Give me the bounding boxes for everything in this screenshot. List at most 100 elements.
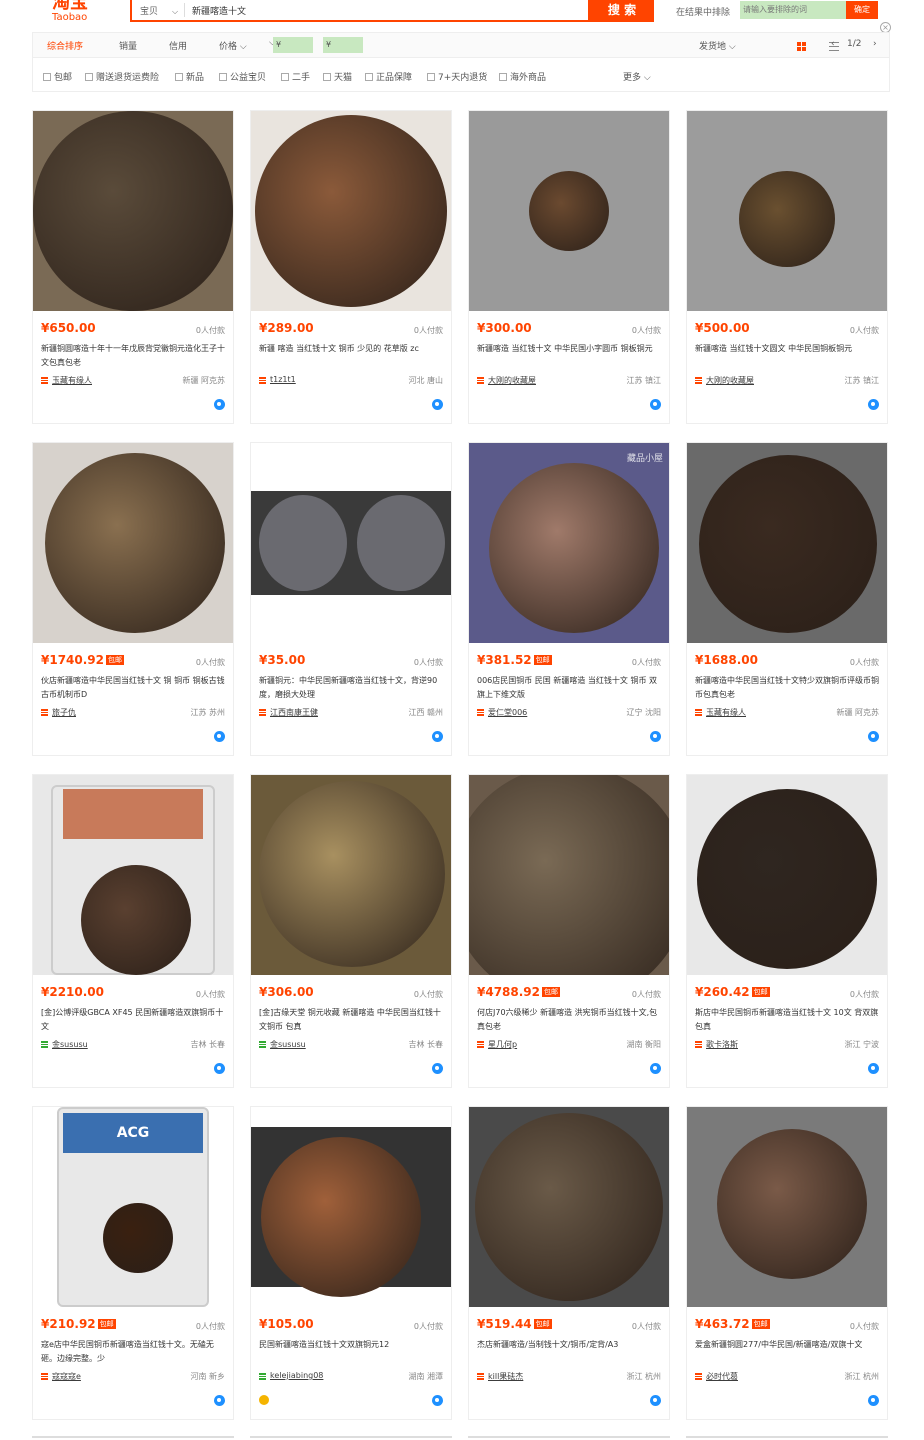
product-title[interactable]: 杰店新疆喀造/当制钱十文/铜币/定背/A3 <box>477 1338 663 1366</box>
product-card[interactable]: ¥650.00 0人付款 新疆铜圆喀造十年十一年戊辰背党徽铜元造化王子十文包真包老玉… <box>32 110 234 424</box>
checkbox[interactable] <box>365 73 373 81</box>
shop-name-link[interactable]: 玉藏有缘人 <box>706 707 746 718</box>
product-card[interactable]: ¥300.00 0人付款 新疆喀造 当红钱十文 中华民国小字圆币 铜板铜元 大刚的收藏… <box>468 110 670 424</box>
checkbox[interactable] <box>281 73 289 81</box>
product-image[interactable] <box>469 111 669 311</box>
search-type-select[interactable]: 宝贝 ⌵ <box>140 4 178 17</box>
wangwang-chat-icon[interactable] <box>650 731 661 742</box>
option-free-shipping[interactable]: 包邮 <box>43 70 72 83</box>
product-image[interactable] <box>687 1107 887 1307</box>
product-image[interactable] <box>687 443 887 643</box>
product-title[interactable]: 新疆喀造 当红钱十文 中华民国小字圆币 铜板铜元 <box>477 342 663 370</box>
product-title[interactable]: 新疆铜圆喀造十年十一年戊辰背党徽铜元造化王子十文包真包老 <box>41 342 227 370</box>
wangwang-chat-icon[interactable] <box>868 399 879 410</box>
product-image[interactable] <box>251 775 451 975</box>
product-card[interactable]: ¥463.72 包邮 0人付款 爱盒新疆铜圆277/中华民国/新疆喀造/双旗十文 必时代… <box>686 1106 888 1420</box>
search-button[interactable]: 搜 索 <box>590 0 654 22</box>
product-card[interactable]: ¥260.42 包邮 0人付款 斯店中华民国铜币新疆喀造当红钱十文 10文 背双旗 包… <box>686 774 888 1088</box>
option-overseas[interactable]: 海外商品 <box>499 70 546 83</box>
shop-name-link[interactable]: 寇寇寇e <box>52 1371 81 1382</box>
option-genuine[interactable]: 正品保障 <box>365 70 412 83</box>
sort-tab-sales[interactable]: 销量 <box>119 39 137 52</box>
wangwang-chat-icon[interactable] <box>432 399 443 410</box>
wangwang-chat-icon[interactable] <box>214 731 225 742</box>
next-page-icon[interactable]: › <box>873 39 877 49</box>
exclude-input[interactable]: 请输入要排除的词 <box>740 1 846 19</box>
product-title[interactable]: 民国新疆喀造当红钱十文双旗铜元12 <box>259 1338 445 1366</box>
ship-from-select[interactable]: 发货地 ⌵ <box>699 39 736 52</box>
product-image[interactable] <box>687 111 887 311</box>
wangwang-chat-icon[interactable] <box>868 731 879 742</box>
product-card[interactable]: ¥500.00 0人付款 新疆喀造 当红钱十文圆文 中华民国铜板铜元 大刚的收藏屋 江苏… <box>686 110 888 424</box>
product-title[interactable]: 伙店新疆喀造中华民国当红钱十文 铜 铜币 铜板古钱古币机制币D <box>41 674 227 702</box>
shop-name-link[interactable]: 玉藏有缘人 <box>52 375 92 386</box>
product-card[interactable]: ¥519.44 包邮 0人付款 杰店新疆喀造/当制钱十文/铜币/定背/A3 kill果砝… <box>468 1106 670 1420</box>
option-tmall[interactable]: 天猫 <box>323 70 352 83</box>
product-image[interactable] <box>251 443 451 643</box>
product-image[interactable] <box>33 775 233 975</box>
wangwang-chat-icon[interactable] <box>868 1395 879 1406</box>
checkbox[interactable] <box>219 73 227 81</box>
option-7day-return[interactable]: 7+天内退货 <box>427 70 487 83</box>
shop-name-link[interactable]: 星几何p <box>488 1039 517 1050</box>
shop-name-link[interactable]: 爱仁堂006 <box>488 707 527 718</box>
product-title[interactable]: 新疆喀造 当红钱十文圆文 中华民国铜板铜元 <box>695 342 881 370</box>
product-image[interactable] <box>469 775 669 975</box>
exclude-confirm-button[interactable]: 确定 <box>846 1 878 19</box>
product-image[interactable] <box>251 111 451 311</box>
price-to-input[interactable]: ¥ <box>323 37 363 53</box>
more-options[interactable]: 更多 ⌵ <box>623 70 651 83</box>
shop-name-link[interactable]: 必时代葛 <box>706 1371 738 1382</box>
wangwang-chat-icon[interactable] <box>432 1395 443 1406</box>
taobao-logo[interactable]: 淘宝 <box>52 0 88 12</box>
sort-tab-credit[interactable]: 信用 <box>169 39 187 52</box>
wangwang-chat-icon[interactable] <box>868 1063 879 1074</box>
product-image[interactable] <box>251 1107 451 1307</box>
product-title[interactable]: 爱盒新疆铜圆277/中华民国/新疆喀造/双旗十文 <box>695 1338 881 1366</box>
shop-name-link[interactable]: 金sususu <box>52 1039 88 1050</box>
product-image[interactable]: 藏品小屋 <box>469 443 669 643</box>
sort-tab-default[interactable]: 综合排序 <box>47 39 83 52</box>
product-title[interactable]: 新疆铜元：中华民国新疆喀造当红钱十文，背逆90度，磨损大处理 <box>259 674 445 702</box>
product-title[interactable]: 006店民国铜币 民国 新疆喀造 当红钱十文 铜币 双旗上下维文版 <box>477 674 663 702</box>
product-image[interactable]: ACG <box>33 1107 233 1307</box>
product-title[interactable]: 斯店中华民国铜币新疆喀造当红钱十文 10文 背双旗 包真 <box>695 1006 881 1034</box>
prev-page-icon[interactable]: ‹ <box>831 39 835 49</box>
shop-name-link[interactable]: 大刚的收藏屋 <box>706 375 754 386</box>
product-title[interactable]: 新疆 喀造 当红钱十文 铜币 少见的 花草版 zc <box>259 342 445 370</box>
product-image[interactable] <box>33 111 233 311</box>
wangwang-chat-icon[interactable] <box>650 399 661 410</box>
checkbox[interactable] <box>175 73 183 81</box>
price-from-input[interactable]: ¥ <box>273 37 313 53</box>
product-card[interactable]: ¥1688.00 0人付款 新疆喀造中华民国当红钱十文特少双旗铜币评级币铜币包真包老… <box>686 442 888 756</box>
shop-name-link[interactable]: t1z1t1 <box>270 375 296 384</box>
product-card[interactable]: ¥289.00 0人付款 新疆 喀造 当红钱十文 铜币 少见的 花草版 zc t1z1… <box>250 110 452 424</box>
wangwang-chat-icon[interactable] <box>214 1395 225 1406</box>
product-card[interactable]: ¥1740.92 包邮 0人付款 伙店新疆喀造中华民国当红钱十文 铜 铜币 铜板古钱古… <box>32 442 234 756</box>
wangwang-chat-icon[interactable] <box>432 731 443 742</box>
wangwang-chat-icon[interactable] <box>214 1063 225 1074</box>
product-title[interactable]: [金]公博评级GBCA XF45 民国新疆喀造双旗铜币十文 <box>41 1006 227 1034</box>
product-image[interactable] <box>687 775 887 975</box>
shop-name-link[interactable]: 大刚的收藏屋 <box>488 375 536 386</box>
checkbox[interactable] <box>427 73 435 81</box>
checkbox[interactable] <box>499 73 507 81</box>
wangwang-chat-icon[interactable] <box>214 399 225 410</box>
product-title[interactable]: [金]古缘天堂 铜元收藏 新疆喀造 中华民国当红钱十文铜币 包真 <box>259 1006 445 1034</box>
wangwang-chat-icon[interactable] <box>650 1395 661 1406</box>
option-return-insurance[interactable]: 赠送退货运费险 <box>85 70 159 83</box>
option-secondhand[interactable]: 二手 <box>281 70 310 83</box>
product-title[interactable]: 寇e店中华民国铜币新疆喀造当红钱十文。无磕无砸。边缘完整。少 <box>41 1338 227 1366</box>
option-charity[interactable]: 公益宝贝 <box>219 70 266 83</box>
shop-name-link[interactable]: 歌卡洛斯 <box>706 1039 738 1050</box>
product-card[interactable]: ¥306.00 0人付款 [金]古缘天堂 铜元收藏 新疆喀造 中华民国当红钱十文铜币… <box>250 774 452 1088</box>
product-card[interactable]: ¥4788.92 包邮 0人付款 何店J70六级稀少 新疆喀造 洪宪铜币当红钱十文,包… <box>468 774 670 1088</box>
product-image[interactable] <box>469 1107 669 1307</box>
wangwang-chat-icon[interactable] <box>650 1063 661 1074</box>
product-image[interactable] <box>33 443 233 643</box>
checkbox[interactable] <box>43 73 51 81</box>
option-new[interactable]: 新品 <box>175 70 204 83</box>
checkbox[interactable] <box>323 73 331 81</box>
search-input[interactable]: 新疆喀造十文 <box>192 4 246 17</box>
product-card[interactable]: ¥2210.00 0人付款 [金]公博评级GBCA XF45 民国新疆喀造双旗铜币十… <box>32 774 234 1088</box>
